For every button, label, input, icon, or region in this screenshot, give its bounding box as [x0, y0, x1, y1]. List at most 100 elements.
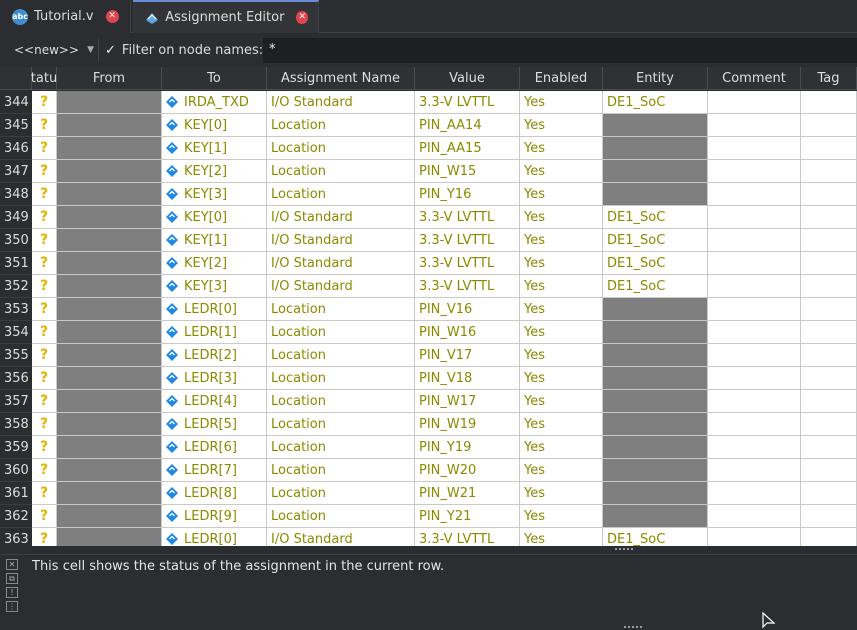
row-number[interactable]: 361: [0, 482, 32, 505]
status-cell[interactable]: ?: [32, 459, 57, 482]
to-cell[interactable]: KEY[2]: [162, 252, 267, 275]
status-cell[interactable]: ?: [32, 275, 57, 298]
comment-cell[interactable]: [708, 252, 801, 275]
tab-assignment-editor[interactable]: Assignment Editor ✕: [133, 0, 319, 33]
from-cell[interactable]: [57, 321, 162, 344]
status-cell[interactable]: ?: [32, 137, 57, 160]
value-cell[interactable]: PIN_V16: [415, 298, 520, 321]
to-cell[interactable]: KEY[1]: [162, 229, 267, 252]
filter-checkbox[interactable]: ✓: [105, 43, 116, 58]
enabled-cell[interactable]: Yes: [520, 367, 603, 390]
status-cell[interactable]: ?: [32, 252, 57, 275]
to-cell[interactable]: LEDR[4]: [162, 390, 267, 413]
assignment-name-cell[interactable]: Location: [267, 413, 415, 436]
enabled-cell[interactable]: Yes: [520, 344, 603, 367]
status-cell[interactable]: ?: [32, 528, 57, 546]
row-number[interactable]: 360: [0, 459, 32, 482]
tag-cell[interactable]: [801, 528, 857, 546]
comment-cell[interactable]: [708, 183, 801, 206]
comment-cell[interactable]: [708, 160, 801, 183]
entity-cell[interactable]: DE1_SoC: [603, 252, 708, 275]
assignment-name-cell[interactable]: Location: [267, 482, 415, 505]
to-cell[interactable]: LEDR[9]: [162, 505, 267, 528]
enabled-cell[interactable]: Yes: [520, 229, 603, 252]
info-icon[interactable]: !: [6, 587, 18, 598]
more-icon[interactable]: ⋮: [6, 601, 18, 612]
status-cell[interactable]: ?: [32, 114, 57, 137]
status-cell[interactable]: ?: [32, 160, 57, 183]
value-cell[interactable]: 3.3-V LVTTL: [415, 252, 520, 275]
header-col-to[interactable]: To: [162, 67, 267, 90]
entity-cell[interactable]: DE1_SoC: [603, 206, 708, 229]
entity-cell[interactable]: DE1_SoC: [603, 91, 708, 114]
entity-cell[interactable]: DE1_SoC: [603, 275, 708, 298]
assignment-name-cell[interactable]: I/O Standard: [267, 91, 415, 114]
header-col-comment[interactable]: Comment: [708, 67, 801, 90]
comment-cell[interactable]: [708, 482, 801, 505]
row-number[interactable]: 353: [0, 298, 32, 321]
tag-cell[interactable]: [801, 229, 857, 252]
enabled-cell[interactable]: Yes: [520, 505, 603, 528]
from-cell[interactable]: [57, 183, 162, 206]
to-cell[interactable]: LEDR[5]: [162, 413, 267, 436]
to-cell[interactable]: KEY[2]: [162, 160, 267, 183]
header-col-enabled[interactable]: Enabled: [520, 67, 603, 90]
value-cell[interactable]: 3.3-V LVTTL: [415, 91, 520, 114]
entity-cell[interactable]: [603, 183, 708, 206]
to-cell[interactable]: IRDA_TXD: [162, 91, 267, 114]
status-cell[interactable]: ?: [32, 413, 57, 436]
comment-cell[interactable]: [708, 275, 801, 298]
header-col-from[interactable]: From: [57, 67, 162, 90]
comment-cell[interactable]: [708, 114, 801, 137]
tag-cell[interactable]: [801, 482, 857, 505]
value-cell[interactable]: PIN_AA15: [415, 137, 520, 160]
status-cell[interactable]: ?: [32, 183, 57, 206]
entity-cell[interactable]: [603, 390, 708, 413]
to-cell[interactable]: KEY[3]: [162, 275, 267, 298]
from-cell[interactable]: [57, 344, 162, 367]
row-number[interactable]: 354: [0, 321, 32, 344]
comment-cell[interactable]: [708, 229, 801, 252]
value-cell[interactable]: PIN_V18: [415, 367, 520, 390]
from-cell[interactable]: [57, 114, 162, 137]
enabled-cell[interactable]: Yes: [520, 91, 603, 114]
row-number[interactable]: 351: [0, 252, 32, 275]
to-cell[interactable]: KEY[0]: [162, 114, 267, 137]
value-cell[interactable]: 3.3-V LVTTL: [415, 206, 520, 229]
row-number[interactable]: 348: [0, 183, 32, 206]
comment-cell[interactable]: [708, 344, 801, 367]
filter-input[interactable]: *: [263, 38, 857, 63]
row-number[interactable]: 363: [0, 528, 32, 546]
comment-cell[interactable]: [708, 137, 801, 160]
status-cell[interactable]: ?: [32, 298, 57, 321]
assignment-name-cell[interactable]: I/O Standard: [267, 206, 415, 229]
assignment-name-cell[interactable]: I/O Standard: [267, 275, 415, 298]
entity-cell[interactable]: [603, 482, 708, 505]
tag-cell[interactable]: [801, 459, 857, 482]
comment-cell[interactable]: [708, 459, 801, 482]
status-cell[interactable]: ?: [32, 91, 57, 114]
header-col-tag[interactable]: Tag: [801, 67, 857, 90]
value-cell[interactable]: 3.3-V LVTTL: [415, 528, 520, 546]
assignment-name-cell[interactable]: Location: [267, 390, 415, 413]
row-number[interactable]: 352: [0, 275, 32, 298]
status-cell[interactable]: ?: [32, 367, 57, 390]
comment-cell[interactable]: [708, 436, 801, 459]
tag-cell[interactable]: [801, 390, 857, 413]
enabled-cell[interactable]: Yes: [520, 298, 603, 321]
enabled-cell[interactable]: Yes: [520, 183, 603, 206]
row-number[interactable]: 347: [0, 160, 32, 183]
assignment-name-cell[interactable]: Location: [267, 436, 415, 459]
status-cell[interactable]: ?: [32, 321, 57, 344]
assignment-name-cell[interactable]: Location: [267, 321, 415, 344]
status-cell[interactable]: ?: [32, 436, 57, 459]
entity-cell[interactable]: [603, 367, 708, 390]
enabled-cell[interactable]: Yes: [520, 413, 603, 436]
to-cell[interactable]: KEY[1]: [162, 137, 267, 160]
comment-cell[interactable]: [708, 528, 801, 546]
tag-cell[interactable]: [801, 436, 857, 459]
tag-cell[interactable]: [801, 505, 857, 528]
from-cell[interactable]: [57, 275, 162, 298]
enabled-cell[interactable]: Yes: [520, 321, 603, 344]
tag-cell[interactable]: [801, 206, 857, 229]
